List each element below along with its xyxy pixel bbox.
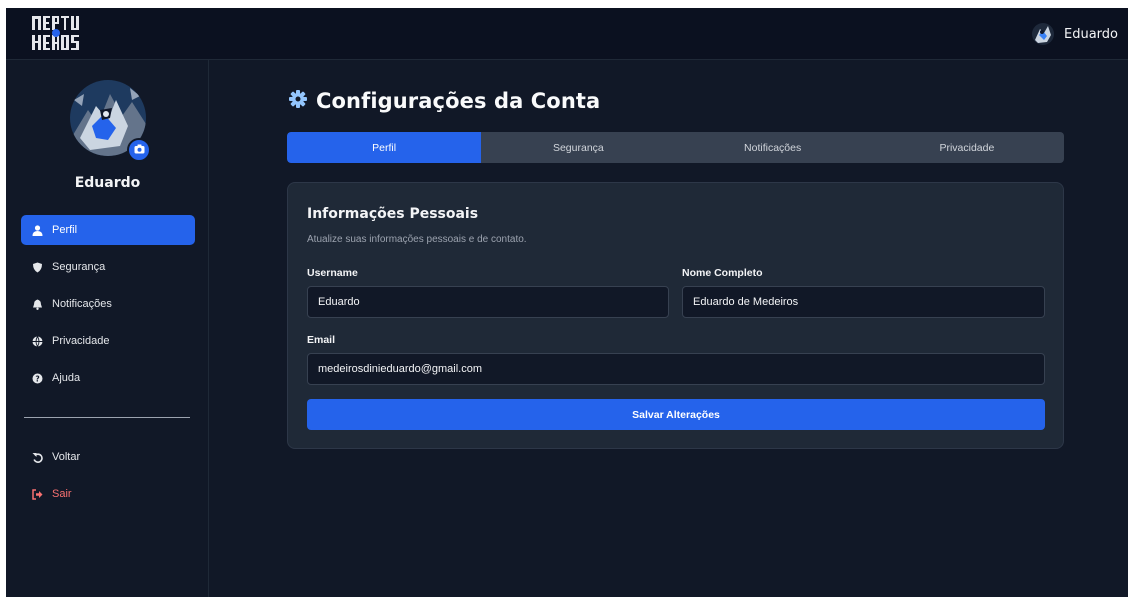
sidebar-divider xyxy=(24,417,190,418)
username-input[interactable] xyxy=(307,286,669,318)
tab-seguranca[interactable]: Segurança xyxy=(481,132,675,163)
user-icon xyxy=(32,224,43,236)
back-label: Voltar xyxy=(52,451,81,463)
profile-avatar-container xyxy=(70,80,151,162)
sidebar: Eduardo Perfil Segurança Notificações Pr… xyxy=(6,60,209,597)
top-username: Eduardo xyxy=(1064,26,1118,42)
page-header: Configurações da Conta xyxy=(288,86,600,116)
full-name-input[interactable] xyxy=(682,286,1045,318)
change-photo-button[interactable] xyxy=(127,138,151,162)
camera-icon xyxy=(134,141,145,159)
question-circle-icon: ? xyxy=(32,373,43,384)
page-title: Configurações da Conta xyxy=(316,89,601,113)
settings-tabs: Perfil Segurança Notificações Privacidad… xyxy=(287,132,1064,163)
top-avatar[interactable] xyxy=(1032,23,1054,45)
back-button[interactable]: Voltar xyxy=(21,442,195,472)
personal-info-card: Informações Pessoais Atualize suas infor… xyxy=(287,182,1064,449)
sidebar-item-label: Segurança xyxy=(52,261,106,273)
sidebar-item-seguranca[interactable]: Segurança xyxy=(21,252,195,282)
sign-out-icon xyxy=(32,488,43,500)
bell-icon xyxy=(32,299,43,310)
username-label: Username xyxy=(307,267,358,279)
top-bar: Eduardo xyxy=(6,8,1128,60)
profile-name: Eduardo xyxy=(74,175,141,191)
sidebar-item-label: Notificações xyxy=(52,298,112,310)
globe-icon xyxy=(32,335,43,347)
sidebar-item-label: Perfil xyxy=(52,224,78,236)
tab-notificacoes[interactable]: Notificações xyxy=(676,132,870,163)
svg-text:?: ? xyxy=(35,374,39,383)
undo-icon xyxy=(32,452,43,463)
email-field[interactable] xyxy=(307,353,1045,385)
sidebar-item-label: Privacidade xyxy=(52,335,110,347)
logout-button[interactable]: Sair xyxy=(21,479,195,509)
logout-label: Sair xyxy=(52,488,72,500)
tab-privacidade[interactable]: Privacidade xyxy=(870,132,1064,163)
sidebar-item-ajuda[interactable]: ? Ajuda xyxy=(21,363,195,393)
top-user-menu[interactable]: Eduardo xyxy=(1032,21,1118,47)
sidebar-item-notificacoes[interactable]: Notificações xyxy=(21,289,195,319)
full-name-label: Nome Completo xyxy=(682,267,763,279)
neptune-heroes-logo[interactable] xyxy=(30,14,82,54)
email-label: Email xyxy=(307,334,336,346)
sidebar-item-label: Ajuda xyxy=(52,372,81,384)
sidebar-item-privacidade[interactable]: Privacidade xyxy=(21,326,195,356)
sidebar-item-perfil[interactable]: Perfil xyxy=(21,215,195,245)
tab-perfil[interactable]: Perfil xyxy=(287,132,482,163)
gear-icon xyxy=(288,89,308,114)
card-subtitle: Atualize suas informações pessoais e de … xyxy=(307,234,527,245)
shield-icon xyxy=(32,262,43,273)
card-title: Informações Pessoais xyxy=(307,206,479,222)
save-button[interactable]: Salvar Alterações xyxy=(307,399,1045,430)
app-window: Eduardo Eduardo Perfil Segurança Notific… xyxy=(6,8,1128,597)
